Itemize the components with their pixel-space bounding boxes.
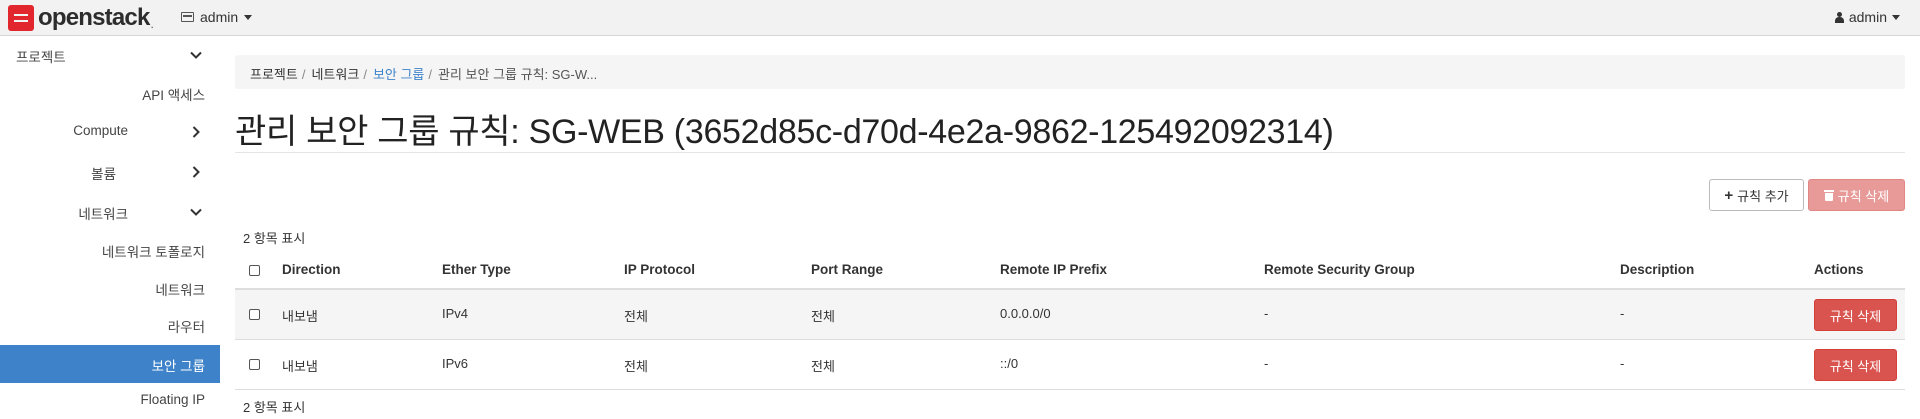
chevron-right-icon	[192, 166, 200, 178]
table-row: 내보냄 IPv4 전체 전체 0.0.0.0/0 - - 규칙 삭제	[235, 290, 1905, 340]
chevron-down-icon	[190, 208, 202, 216]
cell-ip-protocol: 전체	[624, 309, 648, 324]
cell-direction: 내보냄	[282, 309, 318, 324]
sidebar-item-networks[interactable]: 네트워크	[0, 269, 220, 307]
breadcrumb-network[interactable]: 네트워크	[311, 67, 359, 82]
cell-ether-type: IPv6	[442, 356, 469, 371]
row-checkbox[interactable]	[249, 359, 260, 370]
sidebar-item-label: 보안 그룹	[151, 359, 205, 374]
sidebar-item-network[interactable]: 네트워크	[0, 193, 220, 231]
sidebar-item-project[interactable]: 프로젝트	[0, 36, 220, 74]
add-rule-label: 규칙 추가	[1737, 188, 1789, 204]
delete-rules-label: 규칙 삭제	[1837, 188, 1890, 204]
column-header-ether-type[interactable]: Ether Type	[442, 262, 511, 277]
sidebar-item-label: 볼륨	[91, 167, 116, 182]
breadcrumb-separator: /	[428, 67, 433, 82]
row-checkbox[interactable]	[249, 309, 260, 320]
plus-icon: +	[1724, 186, 1734, 204]
cell-port-range: 전체	[811, 359, 835, 374]
sidebar-item-label: 라우터	[167, 320, 205, 335]
sidebar: 프로젝트 API 액세스 Compute 볼륨 네트워크 네트워크 토폴로지 네…	[0, 36, 220, 419]
breadcrumb-security-groups[interactable]: 보안 그룹	[373, 67, 424, 82]
breadcrumb-current: 관리 보안 그룹 규칙: SG-W...	[438, 67, 598, 82]
column-header-ip-protocol[interactable]: IP Protocol	[624, 262, 695, 277]
breadcrumb: 프로젝트 / 네트워크 / 보안 그룹 / 관리 보안 그룹 규칙: SG-W...	[235, 55, 1905, 89]
sidebar-item-label: 네트워크	[155, 283, 205, 298]
table-row: 내보냄 IPv6 전체 전체 ::/0 - - 규칙 삭제	[235, 340, 1905, 390]
sidebar-item-volumes[interactable]: 볼륨	[0, 153, 220, 191]
top-navbar: openstack . admin admin	[0, 0, 1920, 36]
column-header-direction[interactable]: Direction	[282, 262, 341, 277]
sidebar-item-label: Compute	[73, 123, 128, 138]
breadcrumb-separator: /	[363, 67, 367, 82]
project-name: admin	[200, 9, 239, 25]
cell-remote-security-group: -	[1264, 306, 1269, 321]
column-header-remote-security-group[interactable]: Remote Security Group	[1264, 262, 1415, 277]
column-header-port-range[interactable]: Port Range	[811, 262, 883, 277]
sidebar-item-compute[interactable]: Compute	[0, 113, 220, 151]
delete-rules-button[interactable]: 규칙 삭제	[1808, 179, 1905, 211]
sidebar-item-label: 프로젝트	[16, 50, 66, 65]
openstack-logo[interactable]: openstack .	[8, 5, 154, 31]
user-name: admin	[1848, 9, 1887, 25]
brand-name: openstack	[38, 4, 150, 31]
caret-down-icon	[1892, 14, 1900, 20]
table-header: Direction Ether Type IP Protocol Port Ra…	[235, 252, 1905, 290]
breadcrumb-project[interactable]: 프로젝트	[250, 67, 298, 82]
chevron-down-icon	[190, 51, 202, 59]
item-count-top: 2 항목 표시	[243, 231, 306, 246]
delete-rule-button[interactable]: 규칙 삭제	[1814, 299, 1897, 331]
add-rule-button[interactable]: + 규칙 추가	[1709, 179, 1804, 211]
cell-description: -	[1620, 306, 1625, 321]
project-icon	[181, 12, 194, 22]
sidebar-item-floating-ips[interactable]: Floating IP	[0, 382, 220, 419]
caret-down-icon	[244, 14, 253, 20]
sidebar-item-label: 네트워크 토폴로지	[101, 245, 205, 260]
cell-direction: 내보냄	[282, 359, 318, 374]
user-icon	[1834, 11, 1844, 23]
cell-ip-protocol: 전체	[624, 359, 648, 374]
column-header-description[interactable]: Description	[1620, 262, 1694, 277]
breadcrumb-separator: /	[301, 67, 306, 82]
sidebar-item-security-groups[interactable]: 보안 그룹	[0, 345, 220, 383]
trash-icon	[1823, 189, 1834, 201]
brand-dot: .	[150, 17, 154, 31]
sidebar-item-label: API 액세스	[142, 88, 205, 103]
page-title: 관리 보안 그룹 규칙: SG-WEB (3652d85c-d70d-4e2a-…	[235, 113, 1334, 151]
cell-description: -	[1620, 356, 1625, 371]
cell-remote-ip-prefix: ::/0	[1000, 356, 1019, 371]
cell-remote-security-group: -	[1264, 356, 1269, 371]
chevron-right-icon	[192, 126, 200, 138]
user-menu[interactable]: admin	[1834, 9, 1900, 25]
item-count-bottom: 2 항목 표시	[243, 400, 306, 415]
sidebar-item-api-access[interactable]: API 액세스	[0, 74, 220, 112]
cell-remote-ip-prefix: 0.0.0.0/0	[1000, 306, 1051, 321]
cell-ether-type: IPv4	[442, 306, 469, 321]
title-divider	[235, 152, 1905, 153]
column-header-remote-ip-prefix[interactable]: Remote IP Prefix	[1000, 262, 1107, 277]
delete-rule-button[interactable]: 규칙 삭제	[1814, 349, 1897, 381]
sidebar-item-network-topology[interactable]: 네트워크 토폴로지	[0, 231, 220, 269]
sidebar-item-label: 네트워크	[78, 207, 128, 222]
column-header-actions: Actions	[1814, 262, 1864, 277]
sidebar-item-routers[interactable]: 라우터	[0, 306, 220, 344]
sidebar-item-label: Floating IP	[140, 392, 205, 407]
openstack-logo-icon	[8, 5, 34, 31]
select-all-checkbox[interactable]	[249, 265, 260, 276]
project-selector[interactable]: admin	[181, 9, 253, 25]
rules-table: Direction Ether Type IP Protocol Port Ra…	[235, 252, 1905, 390]
cell-port-range: 전체	[811, 309, 835, 324]
